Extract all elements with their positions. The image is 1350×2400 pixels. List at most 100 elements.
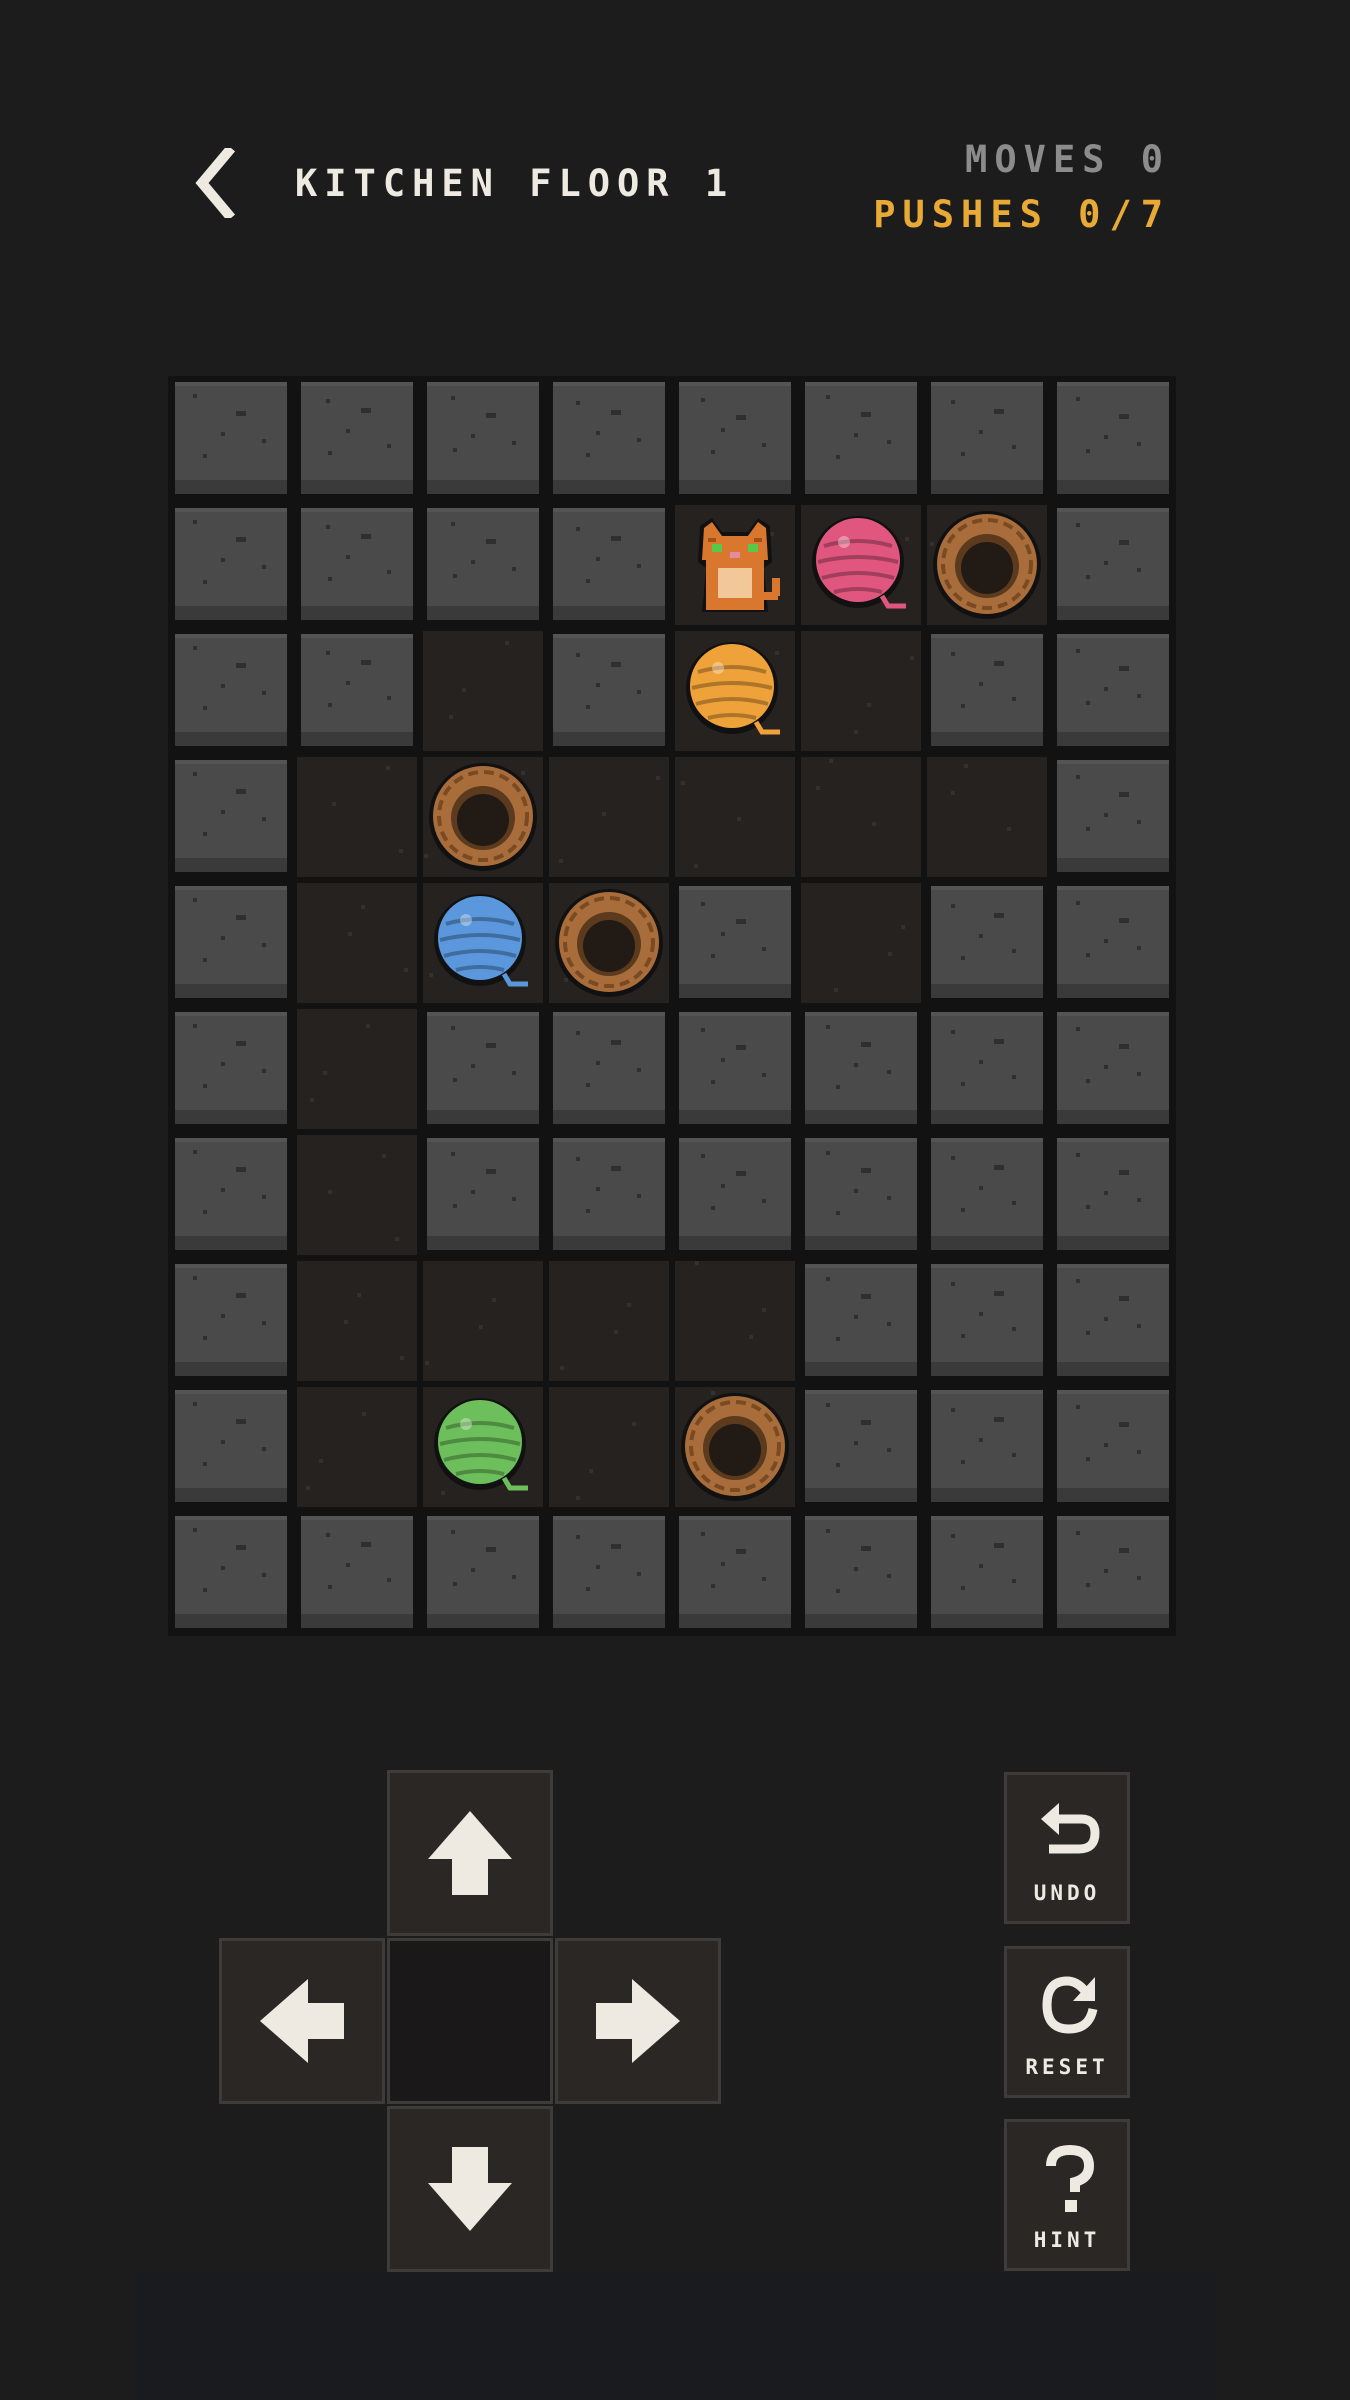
floor-tile [294, 754, 420, 880]
wall-tile [672, 1510, 798, 1636]
dpad-up-button[interactable] [387, 1770, 553, 1936]
arrow-up-icon [428, 1811, 512, 1895]
floor-tile [294, 1132, 420, 1258]
header-bar: KITCHEN FLOOR 1 MOVES 0 PUSHES 0/7 [0, 0, 1350, 260]
dpad-center [387, 1938, 553, 2104]
wall-tile [546, 1510, 672, 1636]
wall-tile [546, 1006, 672, 1132]
wall-tile [924, 376, 1050, 502]
wall-tile [168, 376, 294, 502]
wall-tile [168, 502, 294, 628]
yarn-ball-green [434, 1398, 528, 1491]
wall-tile [420, 502, 546, 628]
wall-tile [546, 1132, 672, 1258]
wall-tile [924, 1006, 1050, 1132]
wall-tile [294, 628, 420, 754]
wall-tile [924, 1510, 1050, 1636]
wall-tile [924, 1384, 1050, 1510]
wall-tile [420, 1132, 546, 1258]
yarn-ball-pink [812, 516, 906, 609]
back-button[interactable] [188, 144, 244, 222]
wall-tile [420, 1510, 546, 1636]
floor-tile [672, 1384, 798, 1510]
wall-tile [924, 880, 1050, 1006]
floor-tile [546, 880, 672, 1006]
wall-tile [798, 1132, 924, 1258]
basket-target [681, 1393, 789, 1501]
undo-icon [1041, 1803, 1100, 1854]
wall-tile [546, 502, 672, 628]
floor-tile [672, 628, 798, 754]
pushes-separator: / [1109, 193, 1139, 236]
floor-tile [798, 628, 924, 754]
wall-tile [798, 1510, 924, 1636]
floor-tile [924, 754, 1050, 880]
wall-tile [1050, 1006, 1176, 1132]
wall-tile [1050, 754, 1176, 880]
hint-label: HINT [1033, 2228, 1101, 2252]
floor-tile [798, 880, 924, 1006]
pushes-value: 0 [1078, 193, 1108, 236]
arrow-down-icon [428, 2147, 512, 2231]
cat-player [698, 518, 780, 612]
moves-counter: MOVES 0 [965, 138, 1170, 181]
wall-tile [1050, 1132, 1176, 1258]
wall-tile [672, 1132, 798, 1258]
moves-label: MOVES [965, 138, 1112, 181]
dpad-right-button[interactable] [555, 1938, 721, 2104]
wall-tile [798, 1384, 924, 1510]
wall-tile [294, 502, 420, 628]
floor-tile [546, 1384, 672, 1510]
arrow-left-icon [260, 1979, 344, 2063]
floor-tile [420, 754, 546, 880]
wall-tile [672, 1006, 798, 1132]
reset-icon [1042, 1976, 1098, 2034]
pushes-label: PUSHES [873, 193, 1049, 236]
wall-tile [672, 880, 798, 1006]
floor-tile [924, 502, 1050, 628]
wall-tile [924, 1258, 1050, 1384]
arrow-right-icon [596, 1979, 680, 2063]
wall-tile [168, 1510, 294, 1636]
pushes-counter: PUSHES 0/7 [873, 193, 1170, 236]
floor-tile [294, 1006, 420, 1132]
hint-button[interactable]: HINT [1004, 2119, 1130, 2271]
level-title: KITCHEN FLOOR 1 [295, 162, 735, 205]
dpad-left-button[interactable] [219, 1938, 385, 2104]
yarn-ball-blue [434, 894, 528, 987]
wall-tile [1050, 628, 1176, 754]
floor-tile [672, 754, 798, 880]
wall-tile [420, 1006, 546, 1132]
wall-tile [546, 628, 672, 754]
wall-tile [294, 1510, 420, 1636]
floor-tile [546, 1258, 672, 1384]
wall-tile [168, 1006, 294, 1132]
basket-target [429, 763, 537, 871]
wall-tile [168, 754, 294, 880]
floor-tile [798, 754, 924, 880]
undo-label: UNDO [1033, 1881, 1101, 1905]
wall-tile [168, 628, 294, 754]
wall-tile [546, 376, 672, 502]
wall-tile [672, 376, 798, 502]
dpad-down-button[interactable] [387, 2106, 553, 2272]
wall-tile [294, 376, 420, 502]
chevron-left-icon [195, 144, 236, 222]
wall-tile [1050, 1510, 1176, 1636]
floor-tile [420, 628, 546, 754]
game-board[interactable] [168, 376, 1176, 1636]
wall-tile [1050, 376, 1176, 502]
question-mark-icon [1046, 2144, 1095, 2212]
reset-button[interactable]: RESET [1004, 1946, 1130, 2098]
wall-tile [1050, 880, 1176, 1006]
wall-tile [1050, 1258, 1176, 1384]
undo-button[interactable]: UNDO [1004, 1772, 1130, 1924]
pushes-total: 7 [1140, 193, 1170, 236]
basket-target [933, 511, 1041, 619]
wall-tile [798, 1258, 924, 1384]
wall-tile [168, 1384, 294, 1510]
floor-tile [798, 502, 924, 628]
floor-tile [420, 880, 546, 1006]
wall-tile [924, 1132, 1050, 1258]
floor-tile [672, 1258, 798, 1384]
